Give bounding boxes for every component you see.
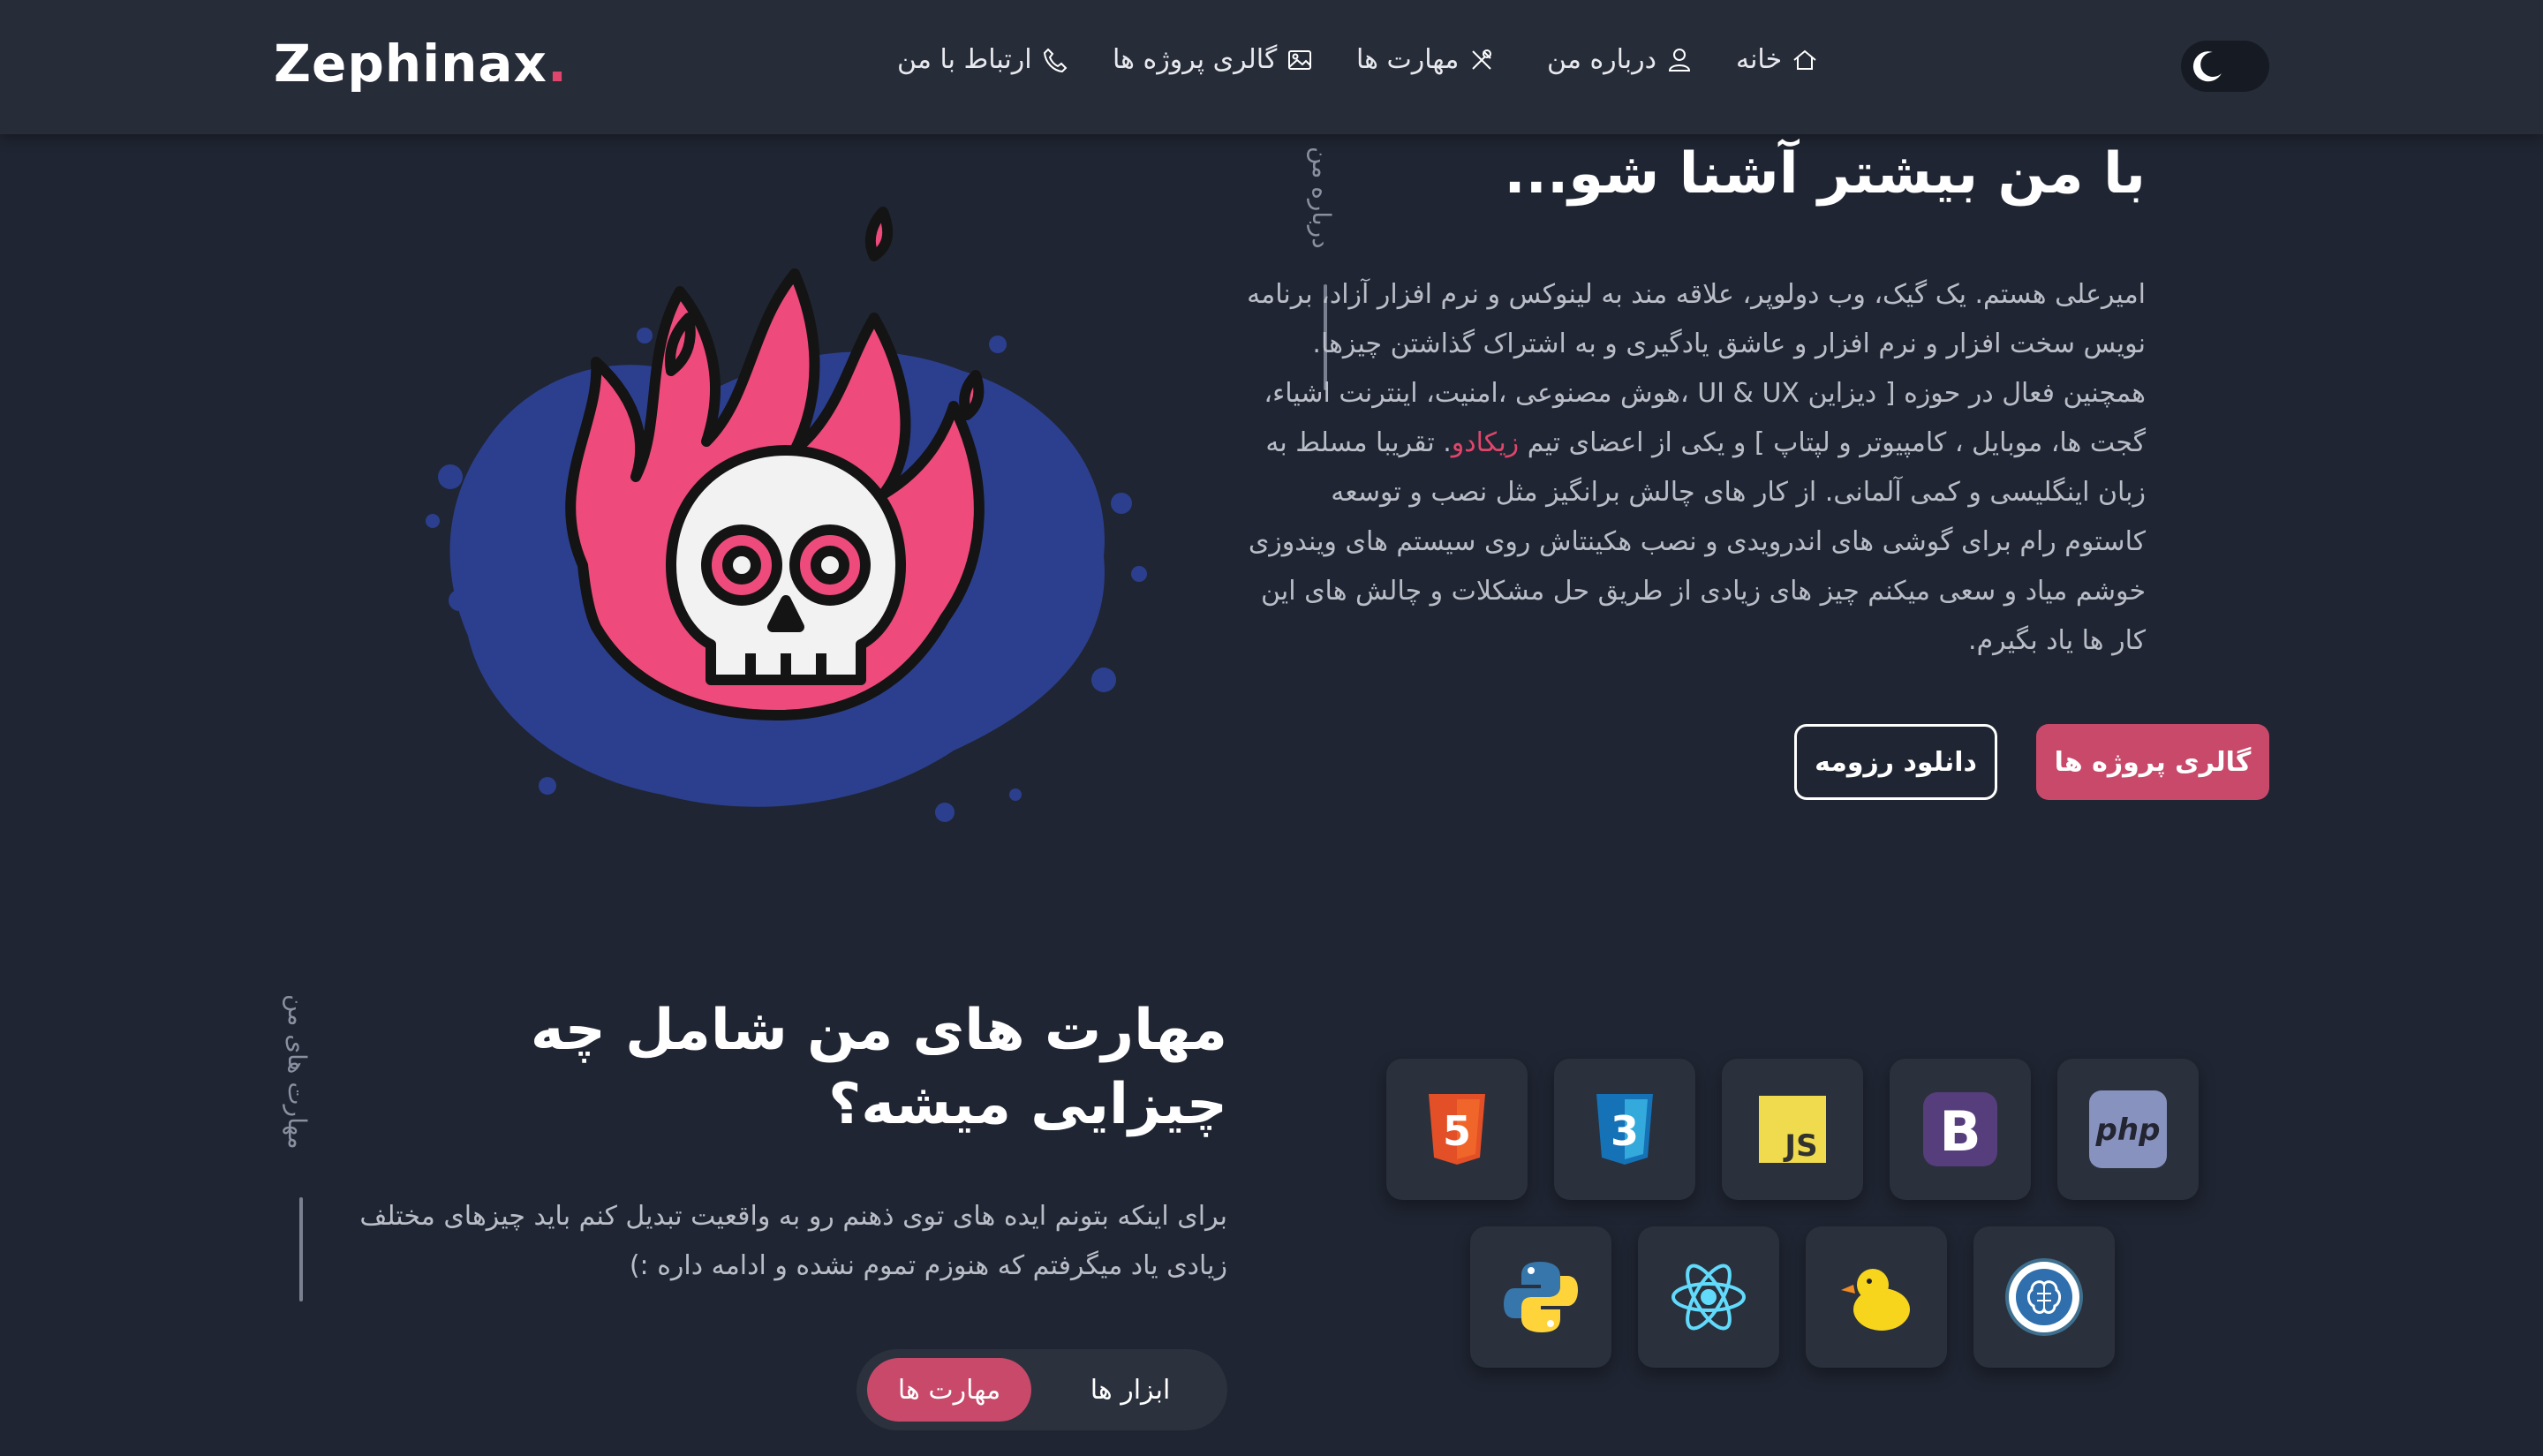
nav-label-skills: مهارت ها: [1356, 44, 1460, 75]
skills-side-line: [299, 1197, 303, 1301]
nav-label-about: درباره من: [1547, 44, 1656, 75]
about-text-part2: . تقریبا مسلط به زبان اینگلیسی و کمی آلم…: [1248, 427, 2146, 656]
moon-icon: [2192, 51, 2222, 82]
skill-react[interactable]: [1638, 1226, 1779, 1368]
gallery-icon: [1288, 49, 1312, 70]
skill-javascript[interactable]: JS: [1722, 1059, 1863, 1200]
skill-bootstrap[interactable]: B: [1890, 1059, 2031, 1200]
ai-brain-icon: [2005, 1258, 2083, 1336]
skills-title: مهارت های من شامل چه چیزایی میشه؟: [530, 998, 1227, 1137]
nav-item-home[interactable]: خانه: [1736, 44, 1819, 75]
logo-text: Zephinax: [274, 34, 547, 94]
skill-html5[interactable]: 5: [1386, 1059, 1528, 1200]
php-glyph: php: [2095, 1113, 2161, 1148]
skill-python[interactable]: [1470, 1226, 1611, 1368]
about-title: با من بیشتر آشنا شو...: [1504, 141, 2146, 207]
top-navbar: Zephinax. خانه درباره من مهارت ها گالری …: [0, 0, 2543, 134]
skills-side-label: مهارت های من: [283, 994, 312, 1150]
tools-icon: [1472, 49, 1492, 70]
bootstrap-glyph: B: [1939, 1099, 1981, 1164]
skull: [666, 445, 906, 685]
theme-toggle[interactable]: [2181, 41, 2269, 92]
html5-icon: 5: [1429, 1094, 1485, 1165]
js-glyph: JS: [1783, 1128, 1817, 1164]
bootstrap-icon: B: [1923, 1092, 1997, 1166]
css3-glyph: 3: [1611, 1107, 1639, 1155]
site-logo[interactable]: Zephinax.: [274, 34, 568, 94]
python-icon: [1504, 1262, 1578, 1332]
javascript-icon: JS: [1759, 1096, 1826, 1164]
flaming-skull-illustration: [426, 207, 1147, 822]
skills-tabs: مهارت ها ابزار ها: [856, 1349, 1227, 1430]
download-resume-button[interactable]: دانلود رزومه: [1794, 724, 1997, 800]
nav-label-contact: ارتباط با من: [897, 44, 1032, 75]
gallery-button[interactable]: گالری پروژه ها: [2036, 724, 2269, 800]
nav-item-contact[interactable]: ارتباط با من: [897, 44, 1069, 75]
skill-php[interactable]: php: [2057, 1059, 2199, 1200]
home-icon: [1793, 49, 1816, 70]
nav-label-gallery: گالری پروژه ها: [1113, 44, 1278, 75]
team-link[interactable]: زیکادو: [1452, 427, 1519, 458]
tab-skills[interactable]: مهارت ها: [867, 1358, 1031, 1422]
nav-item-about[interactable]: درباره من: [1547, 44, 1694, 75]
nav-label-home: خانه: [1736, 44, 1783, 75]
skill-ai[interactable]: [1973, 1226, 2115, 1368]
php-icon: php: [2089, 1090, 2167, 1168]
skill-css3[interactable]: 3: [1554, 1059, 1695, 1200]
phone-icon: [1043, 48, 1067, 72]
about-paragraph: امیرعلی هستم. یک گیک، وب دولوپر، علاقه م…: [1245, 270, 2146, 666]
css3-icon: 3: [1596, 1094, 1653, 1165]
nav-item-gallery[interactable]: گالری پروژه ها: [1113, 44, 1314, 75]
nav-item-skills[interactable]: مهارت ها: [1356, 44, 1496, 75]
html5-glyph: 5: [1443, 1107, 1471, 1155]
skills-paragraph: برای اینکه بتونم ایده های توی ذهنم رو به…: [359, 1201, 1227, 1281]
skill-duck[interactable]: [1806, 1226, 1947, 1368]
user-icon: [1668, 48, 1690, 72]
duck-icon: [1841, 1269, 1910, 1331]
logo-dot: .: [547, 34, 568, 94]
react-icon: [1671, 1264, 1746, 1331]
tab-tools[interactable]: ابزار ها: [1042, 1358, 1219, 1422]
